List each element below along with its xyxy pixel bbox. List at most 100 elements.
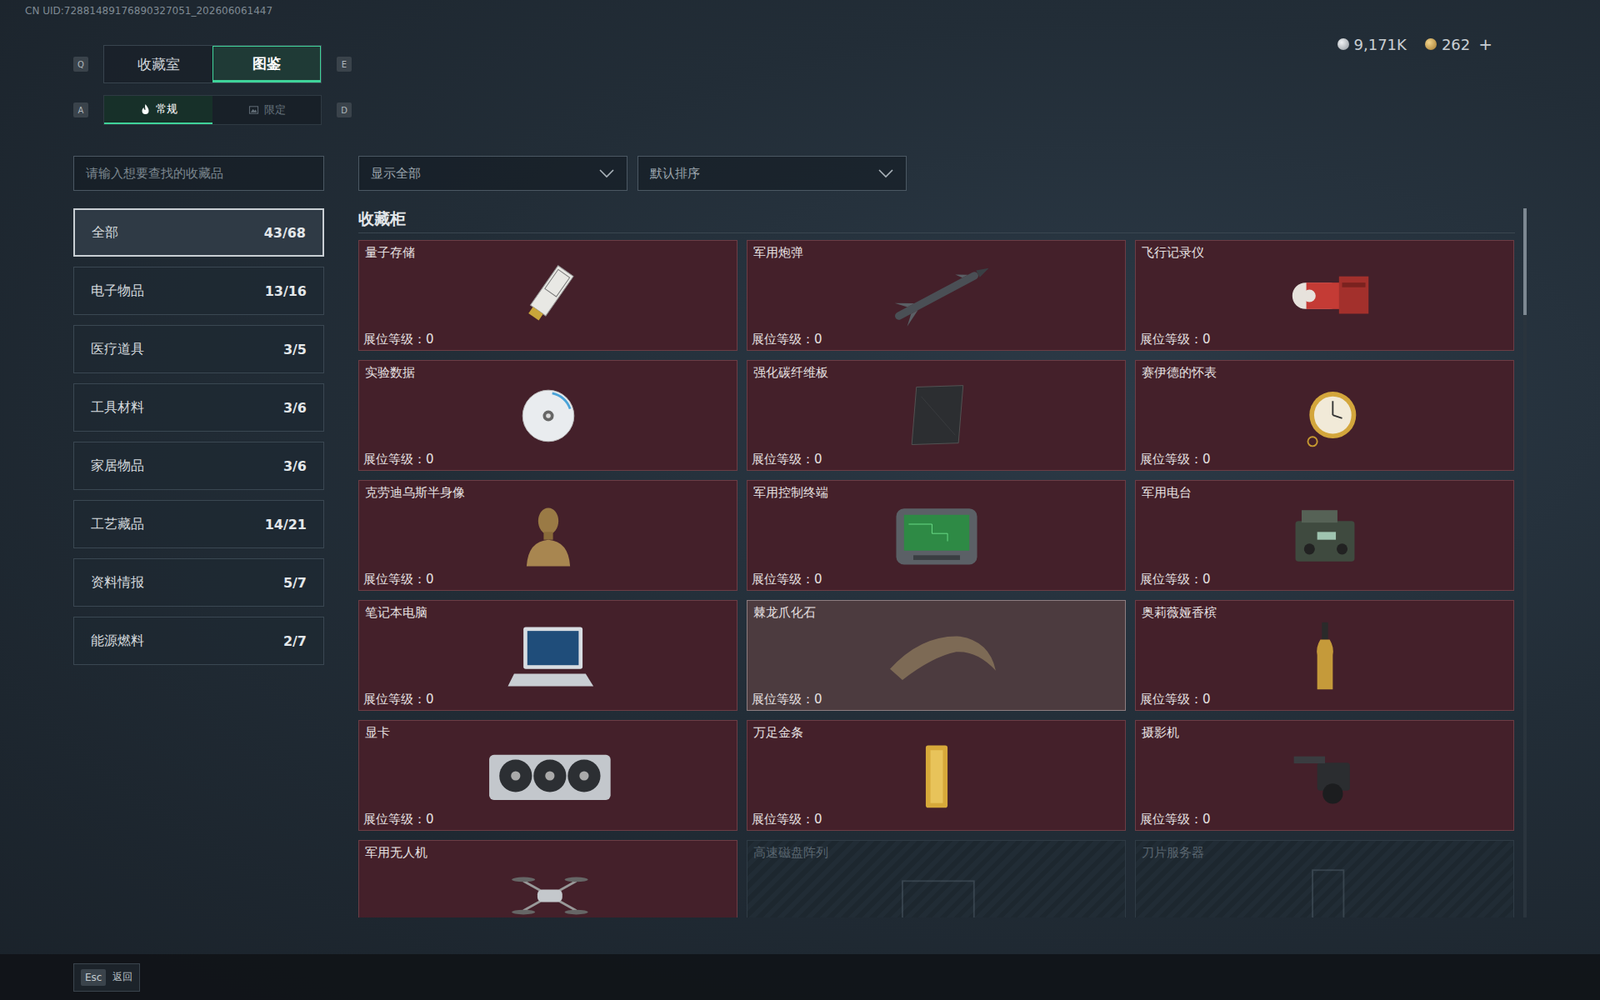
item-art — [1135, 380, 1514, 451]
item-name: 军用控制终端 — [747, 480, 1125, 501]
collection-screen: CN UID:72881489176890327051_202606061447… — [0, 0, 1600, 1000]
item-art — [1135, 620, 1514, 691]
radio-icon — [1241, 500, 1409, 571]
item-name: 克劳迪乌斯半身像 — [359, 480, 737, 501]
terminal-icon — [853, 500, 1020, 571]
item-card[interactable]: 飞行记录仪展位等级：0 — [1135, 240, 1515, 351]
booth-level: 展位等级：0 — [747, 810, 1125, 830]
item-art — [747, 860, 1125, 918]
item-art — [747, 620, 1125, 691]
item-name: 刀片服务器 — [1135, 840, 1514, 861]
category-item[interactable]: 医疗道具3/5 — [73, 325, 325, 374]
item-name: 量子存储 — [359, 240, 737, 261]
item-card[interactable]: 强化碳纤维板展位等级：0 — [746, 360, 1126, 471]
sub-tabs: A 常规限定 D — [0, 95, 1600, 125]
item-art — [1135, 260, 1514, 331]
item-card[interactable]: 量子存储展位等级：0 — [358, 240, 738, 351]
item-art — [747, 260, 1125, 331]
gold-coin-icon — [1425, 38, 1437, 50]
top-tab[interactable]: 收藏室 — [104, 45, 213, 83]
item-art — [359, 500, 737, 571]
item-card[interactable]: 军用无人机 — [358, 840, 738, 918]
picture-icon — [248, 104, 260, 116]
item-art — [747, 500, 1125, 571]
server-icon — [1241, 860, 1409, 918]
item-card[interactable]: 棘龙爪化石展位等级：0 — [746, 600, 1126, 711]
array-icon — [853, 860, 1020, 918]
category-item[interactable]: 资料情报5/7 — [73, 558, 325, 607]
prev-key[interactable]: A — [73, 102, 89, 118]
item-art — [359, 860, 737, 918]
camera-icon — [1241, 740, 1409, 811]
category-item[interactable]: 全部43/68 — [73, 208, 325, 257]
search-field[interactable]: 请输入想要查找的收藏品 — [73, 155, 325, 191]
item-name: 奥莉薇娅香槟 — [1135, 600, 1514, 621]
item-card[interactable]: 显卡展位等级：0 — [358, 720, 738, 831]
drive-icon — [465, 260, 632, 331]
item-card[interactable]: 实验数据展位等级：0 — [358, 360, 738, 471]
booth-level: 展位等级：0 — [359, 330, 737, 350]
booth-level: 展位等级：0 — [747, 330, 1125, 350]
sub-tab[interactable]: 限定 — [212, 95, 321, 125]
bust-icon — [465, 500, 632, 571]
add-button[interactable]: + — [1478, 34, 1493, 55]
item-card[interactable]: 赛伊德的怀表展位等级：0 — [1135, 360, 1515, 471]
item-art — [747, 380, 1125, 451]
currency-amount: 9,171K — [1354, 35, 1407, 54]
prev-key[interactable]: Q — [73, 56, 89, 72]
category-item[interactable]: 能源燃料2/7 — [73, 616, 325, 665]
category-item[interactable]: 工具材料3/6 — [73, 383, 325, 432]
top-tabs: Q 收藏室图鉴 E — [73, 45, 352, 84]
top-tab[interactable]: 图鉴 — [212, 45, 321, 83]
item-card[interactable]: 摄影机展位等级：0 — [1135, 720, 1515, 831]
item-grid-viewport: 量子存储展位等级：0军用炮弹展位等级：0飞行记录仪展位等级：0实验数据展位等级：… — [358, 240, 1515, 918]
dropdown[interactable]: 默认排序 — [637, 155, 907, 191]
section-title: 收藏柜 — [358, 208, 1515, 234]
panel-icon — [853, 380, 1020, 451]
booth-level: 展位等级：0 — [359, 810, 737, 830]
booth-level: 展位等级：0 — [1135, 450, 1514, 470]
item-card[interactable]: 奥莉薇娅香槟展位等级：0 — [1135, 600, 1515, 711]
scrollbar[interactable] — [1523, 208, 1527, 918]
back-button[interactable]: Esc返回 — [73, 963, 140, 992]
item-name: 万足金条 — [747, 720, 1125, 741]
watch-icon — [1241, 380, 1409, 451]
item-name: 军用炮弹 — [747, 240, 1125, 261]
currency-amount: 262 — [1441, 35, 1470, 54]
item-art — [747, 740, 1125, 811]
category-item[interactable]: 工艺藏品14/21 — [73, 500, 325, 549]
item-card[interactable]: 笔记本电脑展位等级：0 — [358, 600, 738, 711]
booth-level: 展位等级：0 — [747, 570, 1125, 590]
category-item[interactable]: 家居物品3/6 — [73, 441, 325, 490]
item-card[interactable]: 军用电台展位等级：0 — [1135, 480, 1515, 591]
gpu-icon — [465, 740, 632, 811]
flame-icon — [140, 103, 151, 115]
item-card[interactable]: 高速磁盘阵列 — [746, 840, 1126, 918]
sub-tab[interactable]: 常规 — [104, 95, 213, 125]
item-name: 赛伊德的怀表 — [1135, 360, 1514, 381]
item-name: 高速磁盘阵列 — [747, 840, 1125, 861]
item-art — [1135, 500, 1514, 571]
booth-level: 展位等级：0 — [359, 450, 737, 470]
booth-level: 展位等级：0 — [1135, 570, 1514, 590]
category-item[interactable]: 电子物品13/16 — [73, 266, 325, 315]
chevron-down-icon — [598, 168, 615, 179]
item-name: 摄影机 — [1135, 720, 1514, 741]
item-card[interactable]: 克劳迪乌斯半身像展位等级：0 — [358, 480, 738, 591]
currency-bar: 9,171K 262 + — [1337, 34, 1493, 55]
search-placeholder: 请输入想要查找的收藏品 — [85, 165, 224, 182]
disc-icon — [465, 380, 632, 451]
item-name: 飞行记录仪 — [1135, 240, 1514, 261]
tab-bar: 收藏室图鉴 — [103, 45, 322, 84]
booth-level: 展位等级：0 — [1135, 330, 1514, 350]
scrollbar-thumb[interactable] — [1523, 208, 1527, 315]
cabinet: 收藏柜量子存储展位等级：0军用炮弹展位等级：0飞行记录仪展位等级：0实验数据展位… — [358, 208, 1527, 918]
dropdown[interactable]: 显示全部 — [358, 155, 628, 191]
item-grid: 量子存储展位等级：0军用炮弹展位等级：0飞行记录仪展位等级：0实验数据展位等级：… — [358, 240, 1515, 918]
item-card[interactable]: 军用控制终端展位等级：0 — [746, 480, 1126, 591]
next-key[interactable]: E — [336, 56, 352, 72]
item-card[interactable]: 刀片服务器 — [1135, 840, 1515, 918]
next-key[interactable]: D — [336, 102, 352, 118]
item-card[interactable]: 万足金条展位等级：0 — [746, 720, 1126, 831]
item-card[interactable]: 军用炮弹展位等级：0 — [746, 240, 1126, 351]
